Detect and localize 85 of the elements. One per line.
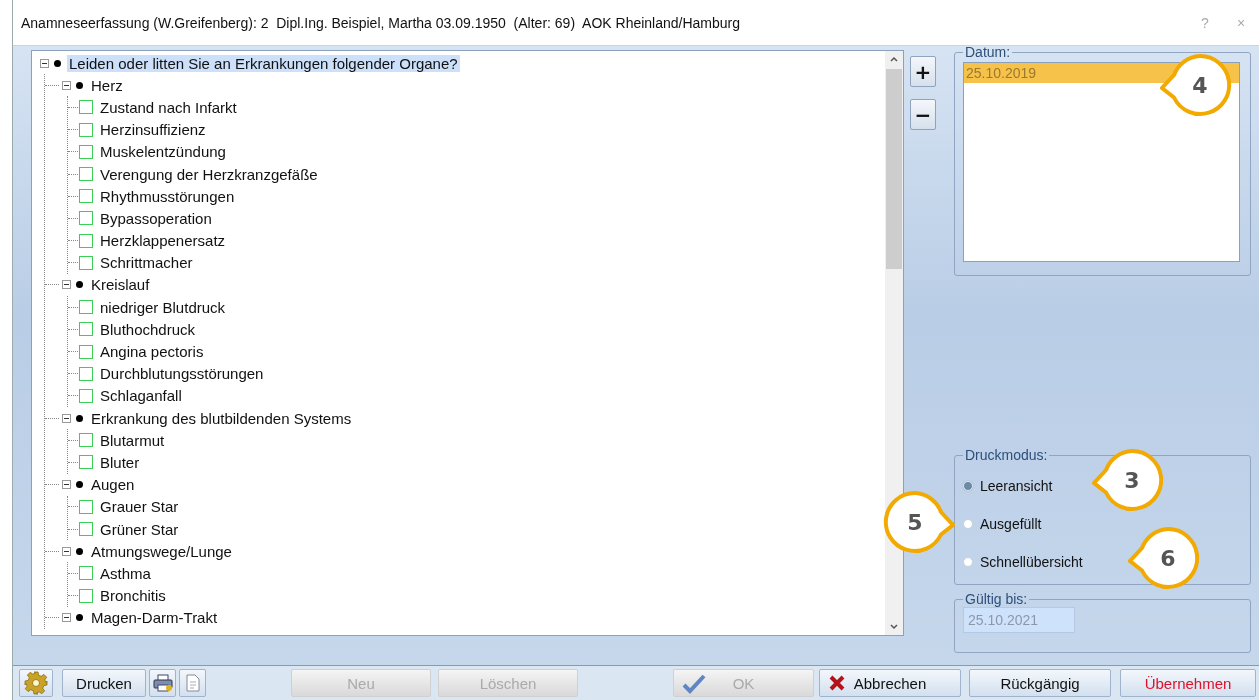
tree-item[interactable]: Zustand nach Infarkt xyxy=(98,98,239,116)
scrollbar[interactable] xyxy=(885,51,903,635)
document-icon xyxy=(185,674,200,692)
group-label: Druckmodus: xyxy=(964,447,1049,463)
tree-item[interactable]: Bypassoperation xyxy=(98,209,214,227)
tree-item[interactable]: Angina pectoris xyxy=(98,343,206,361)
collapse-icon[interactable] xyxy=(62,613,71,623)
collapse-icon[interactable] xyxy=(40,58,49,68)
checkbox[interactable] xyxy=(79,433,93,448)
tree-item[interactable]: Schrittmacher xyxy=(98,254,195,272)
checkbox[interactable] xyxy=(79,499,93,514)
tree-item[interactable]: Leiden oder litten Sie an Erkrankungen folgender Organe? xyxy=(67,54,460,72)
tree-item[interactable]: Bluter xyxy=(98,453,142,471)
radio-label[interactable]: Schnellübersicht xyxy=(980,554,1083,570)
checkbox[interactable] xyxy=(79,388,93,403)
tree-item[interactable]: Grüner Star xyxy=(98,520,181,538)
tree-item[interactable]: Durchblutungsstörungen xyxy=(98,365,266,383)
tree-item[interactable]: Herzinsuffizienz xyxy=(98,121,208,139)
bullet-icon xyxy=(76,614,83,622)
checkbox[interactable] xyxy=(79,344,93,359)
tree-item[interactable]: Bluthochdruck xyxy=(98,320,198,338)
collapse-icon[interactable] xyxy=(62,546,71,556)
bullet-icon xyxy=(76,414,83,422)
collapse-icon[interactable] xyxy=(62,413,71,423)
settings-button[interactable] xyxy=(19,669,53,697)
collapse-icon[interactable] xyxy=(62,480,71,490)
tree-item[interactable]: Bronchitis xyxy=(98,587,168,605)
checkbox[interactable] xyxy=(79,300,93,315)
group-label: Datum: xyxy=(964,44,1012,60)
tree-item[interactable]: Erkrankung des blutbildenden Systems xyxy=(89,409,354,427)
bullet-icon xyxy=(54,59,61,67)
action-button[interactable]: Drucken xyxy=(62,669,146,697)
tree-item[interactable]: Schlaganfall xyxy=(98,387,184,405)
checkbox[interactable] xyxy=(79,189,93,204)
radio-button[interactable] xyxy=(963,481,973,491)
checkbox[interactable] xyxy=(79,522,93,537)
tree-item[interactable]: Kreislauf xyxy=(89,276,152,294)
checkbox[interactable] xyxy=(79,100,93,115)
checkbox[interactable] xyxy=(79,122,93,137)
tree-item[interactable]: Verengung der Herzkranzgefäße xyxy=(98,165,320,183)
checkbox[interactable] xyxy=(79,366,93,381)
check-icon xyxy=(682,674,706,694)
checkbox[interactable] xyxy=(79,455,93,470)
action-button[interactable]: Rückgängig xyxy=(969,669,1111,697)
scroll-thumb[interactable] xyxy=(886,69,902,269)
action-button[interactable]: Übernehmen xyxy=(1120,669,1256,697)
radio-button[interactable] xyxy=(963,519,973,529)
checkbox[interactable] xyxy=(79,566,93,581)
tree-item[interactable]: Herz xyxy=(89,76,125,94)
print-button[interactable] xyxy=(149,669,176,697)
tree-item[interactable]: Magen-Darm-Trakt xyxy=(89,609,220,627)
group-label: Gültig bis: xyxy=(964,591,1029,607)
tree-item[interactable]: Grauer Star xyxy=(98,498,181,516)
scroll-down-icon[interactable] xyxy=(889,621,899,631)
window-title: Anamneseerfassung (W.Greifenberg): 2 Dipl.Ing. Beispiel, Martha 03.09.1950 (Alter: 69) AOK Rheinland/Hamburg xyxy=(21,14,742,31)
radio-label[interactable]: Ausgefüllt xyxy=(980,516,1042,532)
tree-item[interactable]: Atmungswege/Lunge xyxy=(89,542,234,560)
cancel-button[interactable]: Abbrechen xyxy=(819,669,961,697)
remove-button[interactable]: − xyxy=(910,99,936,130)
tree-item[interactable]: Rhythmusstörungen xyxy=(98,187,237,205)
bullet-icon xyxy=(76,81,83,89)
tree-item[interactable]: Muskelentzündung xyxy=(98,143,228,161)
collapse-icon[interactable] xyxy=(62,80,71,90)
tree-item[interactable]: Augen xyxy=(89,476,137,494)
radio-label[interactable]: Leeransicht xyxy=(980,478,1053,494)
tree-item[interactable]: Asthma xyxy=(98,564,153,582)
tree-item[interactable]: niedriger Blutdruck xyxy=(98,298,228,316)
collapse-icon[interactable] xyxy=(62,280,71,290)
tree-item[interactable]: Blutarmut xyxy=(98,431,167,449)
gear-icon xyxy=(24,671,48,695)
bullet-icon xyxy=(76,481,83,489)
checkbox[interactable] xyxy=(79,255,93,270)
cross-icon xyxy=(828,674,846,692)
printer-icon xyxy=(152,674,173,692)
bullet-icon xyxy=(76,547,83,555)
checkbox[interactable] xyxy=(79,233,93,248)
add-button[interactable]: + xyxy=(910,56,936,87)
tree-item[interactable]: Herzklappenersatz xyxy=(98,232,228,250)
checkbox[interactable] xyxy=(79,588,93,603)
checkbox[interactable] xyxy=(79,211,93,226)
checkbox[interactable] xyxy=(79,144,93,159)
checkbox[interactable] xyxy=(79,167,93,182)
checkbox[interactable] xyxy=(79,322,93,337)
bullet-icon xyxy=(76,281,83,289)
radio-button[interactable] xyxy=(963,557,973,567)
